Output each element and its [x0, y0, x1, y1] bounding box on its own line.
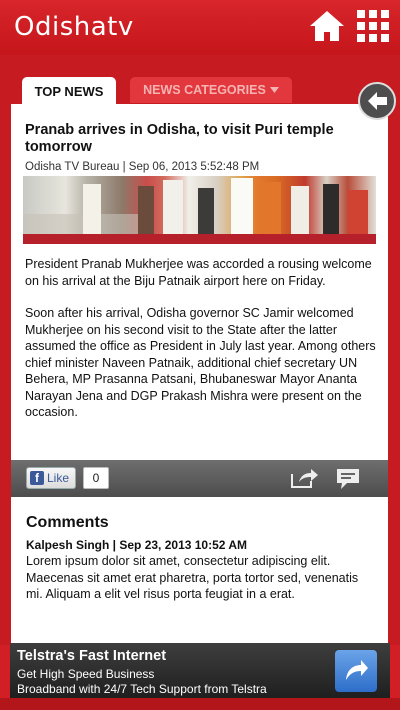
like-count: 0 [83, 467, 109, 489]
tab-news-categories-label: NEWS CATEGORIES [143, 83, 266, 97]
grid-icon[interactable] [357, 10, 389, 42]
redirect-arrow-icon [346, 660, 368, 680]
share-bar: f Like 0 [11, 460, 388, 497]
share-icon[interactable] [289, 466, 319, 490]
article-card: Pranab arrives in Odisha, to visit Puri … [11, 104, 388, 644]
ad-text-line: Broadband with 24/7 Tech Support from Te… [17, 682, 267, 696]
comments-title: Comments [26, 514, 109, 531]
caret-down-icon [269, 87, 279, 93]
comment-meta: Kalpesh Singh | Sep 23, 2013 10:52 AM [26, 538, 247, 552]
back-arrow-icon [368, 92, 387, 110]
like-label: Like [47, 471, 70, 485]
home-icon[interactable] [308, 8, 346, 44]
article-photo[interactable] [23, 176, 376, 244]
tab-news-categories[interactable]: NEWS CATEGORIES [130, 77, 292, 103]
comment-icon[interactable] [335, 467, 361, 491]
article-byline: Odisha TV Bureau | Sep 06, 2013 5:52:48 … [25, 161, 260, 173]
tab-top-news[interactable]: TOP NEWS [22, 77, 116, 105]
article-paragraph: President Pranab Mukherjee was accorded … [25, 257, 372, 288]
ad-text-line: Get High Speed Business [17, 667, 155, 681]
article-headline: Pranab arrives in Odisha, to visit Puri … [25, 122, 334, 155]
back-button[interactable] [358, 82, 396, 120]
facebook-like-button[interactable]: f Like [26, 467, 76, 489]
ad-title: Telstra's Fast Internet [17, 648, 167, 664]
ad-banner[interactable]: Telstra's Fast Internet Get High Speed B… [10, 643, 390, 698]
ad-action-button[interactable] [335, 650, 377, 692]
app-header: Odishatv [0, 0, 400, 55]
photo-figures [23, 178, 376, 244]
app-logo[interactable]: Odishatv [14, 12, 134, 42]
facebook-icon: f [30, 471, 44, 485]
article-paragraph: Soon after his arrival, Odisha governor … [25, 306, 376, 419]
article-body: President Pranab Mukherjee was accorded … [25, 256, 377, 437]
bottom-edge [0, 698, 400, 710]
comment-body: Lorem ipsum dolor sit amet, consectetur … [26, 554, 359, 601]
